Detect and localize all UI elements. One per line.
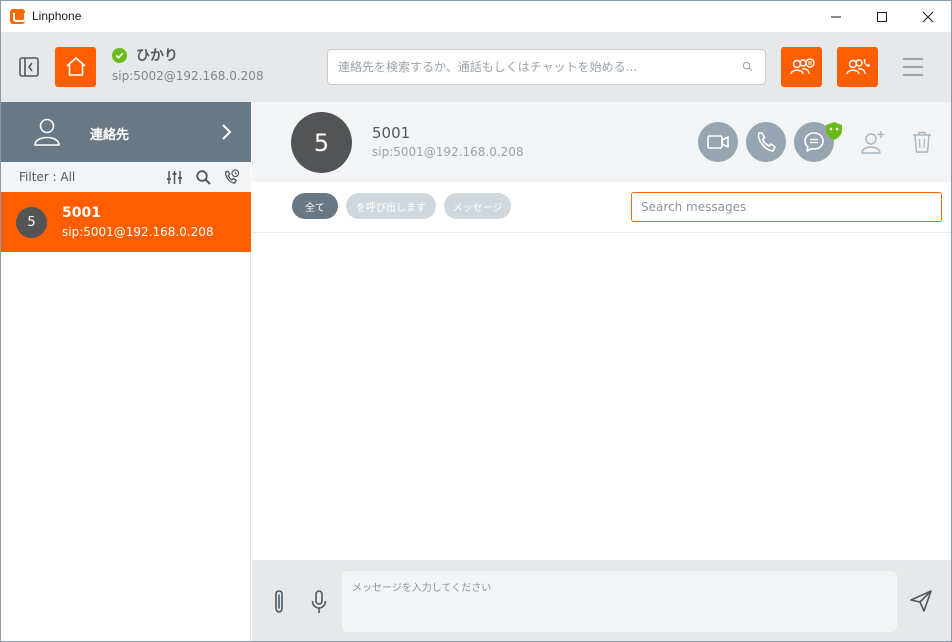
call-history-icon[interactable] [223, 169, 240, 186]
add-contact-icon[interactable] [860, 129, 886, 155]
conversation-avatar: 5 [291, 112, 352, 173]
sidebar: 連絡先 Filter : All 5 5001 sip:5001@192.168… [1, 102, 251, 641]
microphone-icon[interactable] [310, 589, 328, 615]
search-icon [742, 61, 753, 72]
conversation-filter-tabs: 全て を呼び出します メッセージ [252, 182, 951, 233]
minimize-icon [831, 16, 841, 17]
close-button[interactable] [905, 1, 951, 32]
chevron-right-icon [222, 124, 232, 140]
tab-all[interactable]: 全て [292, 193, 338, 219]
sidebar-toggle-button[interactable] [18, 56, 40, 78]
account-sip-address: sip:5002@192.168.0.208 [112, 69, 264, 83]
conversation-name: 5001 [372, 124, 411, 142]
contact-name: 5001 [62, 205, 101, 221]
sidebar-item-label: 連絡先 [90, 128, 130, 143]
title-bar: Linphone [1, 1, 951, 32]
top-bar: ひかり sip:5002@192.168.0.208 [1, 32, 951, 102]
security-shield-icon [826, 122, 842, 140]
message-history [252, 233, 951, 560]
phone-icon [757, 132, 776, 152]
new-chat-group-button[interactable] [781, 47, 822, 87]
account-name: ひかり [136, 48, 178, 64]
filter-settings-icon[interactable] [166, 169, 183, 186]
main-menu-button[interactable] [900, 54, 926, 80]
message-search-input[interactable] [632, 193, 941, 221]
contact-list-item[interactable]: 5 5001 sip:5001@192.168.0.208 [1, 192, 251, 252]
audio-call-button[interactable] [746, 122, 786, 162]
contact-person-icon [34, 118, 60, 146]
contact-search-box [327, 49, 766, 85]
send-icon[interactable] [909, 589, 933, 613]
filter-label: Filter : All [19, 170, 76, 184]
paperclip-icon[interactable] [269, 588, 289, 616]
search-icon[interactable] [195, 169, 212, 186]
message-input[interactable] [342, 571, 897, 632]
sidebar-item-contacts[interactable]: 連絡先 [1, 102, 251, 162]
presence-status-icon [112, 48, 127, 63]
window-title: Linphone [32, 9, 82, 23]
contact-search-input[interactable] [338, 50, 738, 84]
contact-avatar: 5 [16, 207, 47, 238]
maximize-icon [877, 11, 887, 22]
tab-messages[interactable]: メッセージ [444, 193, 511, 219]
sidebar-collapse-icon [19, 57, 39, 77]
trash-icon[interactable] [909, 129, 935, 155]
conversation-header: 5 5001 sip:5001@192.168.0.208 [252, 102, 951, 182]
linphone-logo-icon [10, 9, 26, 24]
minimize-button[interactable] [813, 1, 859, 32]
message-search-box [631, 192, 942, 222]
tab-calls[interactable]: を呼び出します [346, 193, 436, 219]
conversation-sip-address: sip:5001@192.168.0.208 [372, 145, 524, 159]
close-icon [922, 11, 934, 22]
new-conference-button[interactable] [837, 47, 878, 87]
contact-filter-bar: Filter : All [1, 162, 251, 192]
group-call-icon [845, 59, 870, 75]
chat-bubble-icon [804, 132, 824, 152]
check-icon [115, 52, 124, 59]
video-call-button[interactable] [698, 122, 738, 162]
contact-sip-address: sip:5001@192.168.0.208 [62, 225, 214, 239]
linphone-window: Linphone ひかり sip:5002@192.168.0.208 連絡先を… [0, 0, 952, 642]
home-icon [65, 57, 86, 76]
hamburger-menu-icon [903, 58, 923, 76]
maximize-button[interactable] [859, 1, 905, 32]
group-chat-icon [789, 58, 815, 75]
video-camera-icon [707, 135, 729, 149]
home-button[interactable] [55, 47, 96, 87]
message-composer [252, 560, 951, 641]
